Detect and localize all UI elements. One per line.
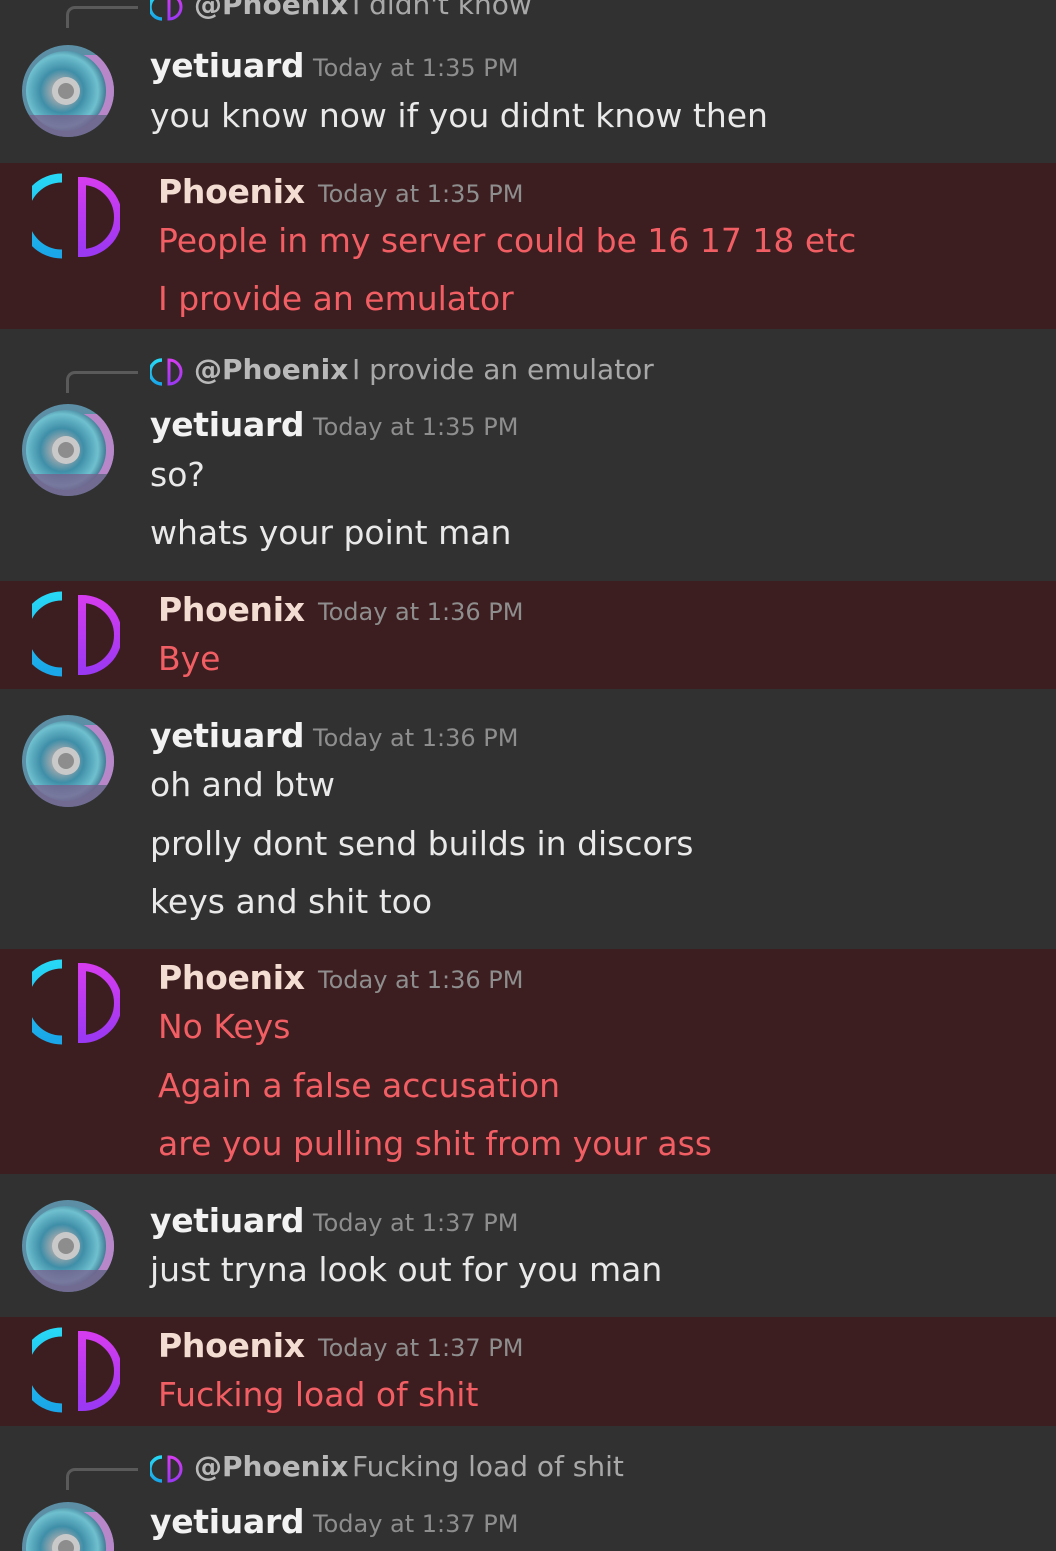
message-group-phoenix: Phoenix Today at 1:36 PM No Keys Again a…	[0, 949, 1056, 1174]
avatar-yetiuard[interactable]	[22, 404, 114, 496]
timestamp: Today at 1:36 PM	[318, 966, 524, 994]
avatar-yetiuard[interactable]	[22, 1200, 114, 1292]
message-text: I provide an emulator	[158, 279, 514, 318]
disc-avatar-icon	[22, 1200, 114, 1292]
timestamp: Today at 1:37 PM	[313, 1510, 519, 1538]
message-group-phoenix: Phoenix Today at 1:35 PM People in my se…	[0, 163, 1056, 329]
timestamp: Today at 1:37 PM	[313, 1209, 519, 1237]
timestamp: Today at 1:35 PM	[313, 413, 519, 441]
avatar-phoenix-yuzu-logo-icon[interactable]	[32, 1327, 120, 1415]
yuzu-logo-icon	[150, 358, 183, 386]
reply-preview[interactable]: @Phoenix I provide an emulator	[0, 351, 1056, 393]
username[interactable]: yetiuard	[150, 1502, 305, 1541]
timestamp: Today at 1:37 PM	[318, 1334, 524, 1362]
disc-avatar-icon	[22, 715, 114, 807]
message-text: Fucking load of shit	[158, 1375, 479, 1414]
message-text: whats your point man	[150, 513, 512, 552]
yuzu-logo-icon	[150, 1455, 183, 1483]
message-text: No Keys	[158, 1007, 291, 1046]
reply-text[interactable]: I provide an emulator	[352, 353, 654, 386]
timestamp: Today at 1:36 PM	[313, 724, 519, 752]
message-text: keys and shit too	[150, 882, 433, 921]
yuzu-logo-icon	[150, 0, 183, 21]
message-text: Again a false accusation	[158, 1066, 561, 1105]
avatar-yetiuard[interactable]	[22, 715, 114, 807]
reply-mention[interactable]: @Phoenix	[194, 0, 348, 21]
username[interactable]: Phoenix	[158, 958, 305, 997]
username[interactable]: yetiuard	[150, 405, 305, 444]
message-text: oh and btw	[150, 765, 336, 804]
message-text: prolly dont send builds in discors	[150, 824, 694, 863]
avatar-yetiuard[interactable]	[22, 45, 114, 137]
disc-avatar-icon	[22, 1502, 114, 1551]
reply-connector	[66, 1468, 138, 1490]
message-group-phoenix: Phoenix Today at 1:36 PM Bye	[0, 581, 1056, 689]
reply-preview[interactable]: @Phoenix Fucking load of shit	[0, 1448, 1056, 1490]
timestamp: Today at 1:36 PM	[318, 598, 524, 626]
username[interactable]: yetiuard	[150, 46, 305, 85]
message-group-yetiuard: @Phoenix Fucking load of shit yetiuard T…	[0, 1426, 1056, 1551]
username[interactable]: Phoenix	[158, 590, 305, 629]
reply-mention[interactable]: @Phoenix	[194, 1450, 348, 1483]
username[interactable]: Phoenix	[158, 172, 305, 211]
username[interactable]: yetiuard	[150, 1201, 305, 1240]
reply-text[interactable]: Fucking load of shit	[352, 1450, 624, 1483]
message-text: so?	[150, 455, 205, 494]
message-text: are you pulling shit from your ass	[158, 1124, 712, 1163]
message-text: Bye	[158, 639, 221, 678]
timestamp: Today at 1:35 PM	[313, 54, 519, 82]
reply-connector	[66, 6, 138, 28]
avatar-yetiuard[interactable]	[22, 1502, 114, 1551]
avatar-phoenix-yuzu-logo-icon[interactable]	[32, 173, 120, 261]
message-group-yetiuard: yetiuard Today at 1:36 PM oh and btw pro…	[0, 689, 1056, 949]
message-text: you know now if you didnt know then	[150, 96, 768, 135]
chat-log: @Phoenix I didn't know yetiuard Today at…	[0, 0, 1056, 1551]
disc-avatar-icon	[22, 45, 114, 137]
avatar-phoenix-yuzu-logo-icon[interactable]	[32, 959, 120, 1047]
timestamp: Today at 1:35 PM	[318, 180, 524, 208]
disc-avatar-icon	[22, 404, 114, 496]
avatar-phoenix-yuzu-logo-icon[interactable]	[32, 591, 120, 679]
reply-preview[interactable]: @Phoenix I didn't know	[0, 0, 1056, 28]
message-text: just tryna look out for you man	[150, 1250, 663, 1289]
message-group-yetiuard: @Phoenix I didn't know yetiuard Today at…	[0, 0, 1056, 163]
message-text: People in my server could be 16 17 18 et…	[158, 221, 857, 260]
reply-mention[interactable]: @Phoenix	[194, 353, 348, 386]
username[interactable]: yetiuard	[150, 716, 305, 755]
message-group-yetiuard: @Phoenix I provide an emulator yetiuard …	[0, 329, 1056, 581]
reply-connector	[66, 371, 138, 393]
username[interactable]: Phoenix	[158, 1326, 305, 1365]
message-group-yetiuard: yetiuard Today at 1:37 PM just tryna loo…	[0, 1174, 1056, 1317]
reply-text[interactable]: I didn't know	[352, 0, 532, 21]
message-group-phoenix: Phoenix Today at 1:37 PM Fucking load of…	[0, 1317, 1056, 1426]
